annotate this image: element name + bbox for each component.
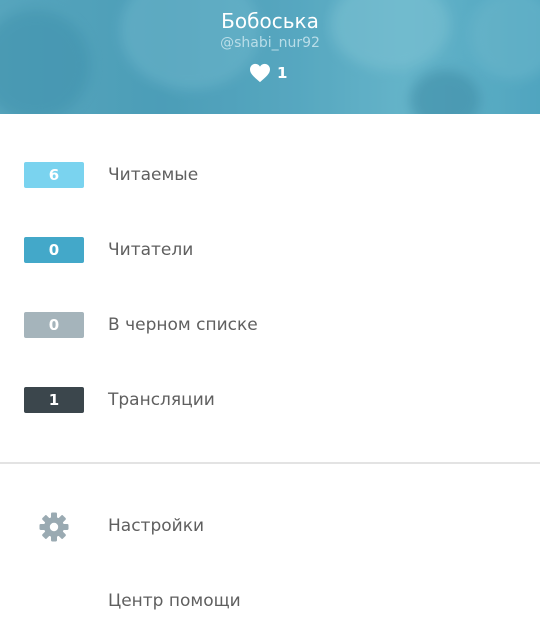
stat-row-blacklist[interactable]: 0 В черном списке (24, 311, 258, 339)
menu-item-label: Настройки (108, 516, 205, 536)
profile-name: Бобоська (221, 9, 319, 33)
gear-icon (39, 512, 69, 542)
stat-label: В черном списке (108, 315, 258, 335)
stat-count-badge: 6 (24, 162, 84, 188)
profile-header: Бобоська @shabi_nur92 1 (0, 0, 540, 114)
stat-label: Читаемые (108, 165, 199, 185)
profile-handle: @shabi_nur92 (220, 35, 320, 51)
stat-row-broadcasts[interactable]: 1 Трансляции (24, 386, 215, 414)
stat-label: Трансляции (108, 390, 215, 410)
menu-item-help-center[interactable]: Центр помощи (0, 582, 540, 622)
menu-item-settings[interactable]: Настройки (0, 507, 540, 547)
heart-icon (250, 63, 270, 83)
stat-label: Читатели (108, 240, 194, 260)
likes-count: 1 (277, 64, 288, 82)
stat-count-badge: 0 (24, 237, 84, 263)
stat-row-following[interactable]: 6 Читаемые (24, 161, 198, 189)
likes-counter[interactable]: 1 (249, 62, 287, 84)
stat-row-followers[interactable]: 0 Читатели (24, 236, 193, 264)
stat-count-badge: 1 (24, 387, 84, 413)
stat-count-badge: 0 (24, 312, 84, 338)
menu-item-label: Центр помощи (108, 591, 241, 611)
section-divider (0, 462, 540, 464)
